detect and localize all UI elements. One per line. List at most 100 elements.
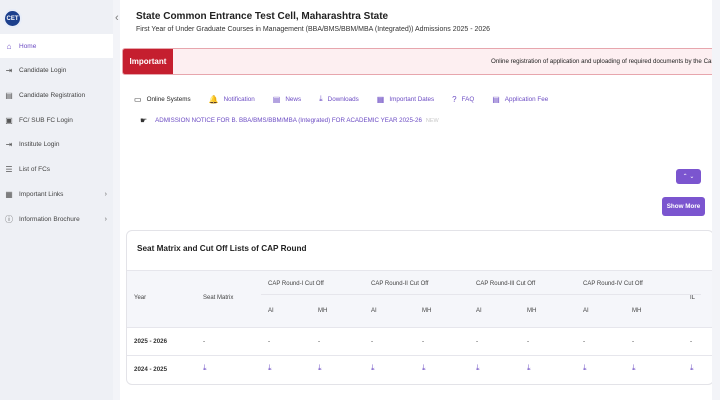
col-il: IL xyxy=(690,295,696,301)
collapse-sidebar-button[interactable]: ‹ xyxy=(115,12,119,24)
link-icon: ▦ xyxy=(5,189,13,199)
col-cap-round-2: CAP Round-II Cut Off xyxy=(371,281,429,287)
tab-label: Online Systems xyxy=(146,95,191,103)
sidebar-item-label: Candidate Registration xyxy=(19,91,86,99)
year-cell: 2024 - 2025 xyxy=(134,366,168,373)
empty-cell: - xyxy=(476,338,479,345)
sidebar-item-list-of-fcs[interactable]: ☰ List of FCs xyxy=(0,157,113,181)
login-icon: ⇥ xyxy=(5,65,13,75)
table-header: Year Seat Matrix CAP Round-I Cut Off CAP… xyxy=(127,270,713,327)
empty-cell: - xyxy=(268,338,271,345)
sidebar-item-label: Institute Login xyxy=(19,140,60,148)
sidebar-item-institute-login[interactable]: ⇥ Institute Login xyxy=(0,132,113,156)
cet-logo[interactable]: CET xyxy=(3,9,22,28)
col-cap-round-3: CAP Round-III Cut Off xyxy=(476,281,536,287)
monitor-icon: ▭ xyxy=(134,94,142,104)
empty-cell: - xyxy=(690,338,693,345)
tab-downloads[interactable]: ⤓ Downloads xyxy=(319,92,359,106)
tab-notification[interactable]: 🔔 Notification xyxy=(209,92,255,106)
download-icon[interactable]: ⤓ xyxy=(632,363,636,373)
admission-notice: ☛ ADMISSION NOTICE FOR B. BBA/BMS/BBM/MB… xyxy=(140,116,439,125)
tab-bar: ▭ Online Systems 🔔 Notification ▤ News ⤓ Downlo… xyxy=(134,92,566,106)
sidebar-item-label: Home xyxy=(19,42,37,50)
year-cell: 2025 - 2026 xyxy=(134,338,168,345)
tab-important-dates[interactable]: ▦ Important Dates xyxy=(377,92,434,106)
sub-ai: AI xyxy=(371,308,377,314)
sub-mh: MH xyxy=(632,308,642,314)
right-edge xyxy=(712,0,720,400)
table-row: 2025 - 2026 - - - - - - - - - - xyxy=(127,327,713,355)
scroll-arrows-button[interactable]: ⌃ ⌄ xyxy=(676,169,701,184)
tab-label: Application Fee xyxy=(504,95,549,103)
admission-notice-link[interactable]: ADMISSION NOTICE FOR B. BBA/BMS/BBM/MBA … xyxy=(155,117,422,124)
show-more-button[interactable]: Show More xyxy=(662,197,705,216)
page-title: State Common Entrance Test Cell, Maharas… xyxy=(136,11,389,22)
download-icon[interactable]: ⤓ xyxy=(527,363,531,373)
sidebar-item-label: Important Links xyxy=(19,190,64,198)
bell-icon: 🔔 xyxy=(208,94,219,104)
login-icon: ⇥ xyxy=(5,139,13,149)
col-seat-matrix: Seat Matrix xyxy=(203,295,234,301)
sidebar-item-fc-sub-fc-login[interactable]: ▣ FC/ SUB FC Login xyxy=(0,108,113,132)
tab-application-fee[interactable]: ▤ Application Fee xyxy=(492,92,548,106)
page-subtitle: First Year of Under Graduate Courses in … xyxy=(136,26,491,33)
sidebar-item-home[interactable]: ⌂ Home xyxy=(0,34,113,58)
sidebar-item-information-brochure[interactable]: ⓘ Information Brochure › xyxy=(0,207,113,231)
chevron-right-icon: › xyxy=(104,215,107,223)
info-icon: ⓘ xyxy=(5,214,13,224)
download-icon[interactable]: ⤓ xyxy=(422,363,426,373)
newspaper-icon: ▤ xyxy=(272,94,281,104)
col-year: Year xyxy=(134,295,147,301)
download-icon[interactable]: ⤓ xyxy=(476,363,480,373)
tab-news[interactable]: ▤ News xyxy=(273,92,301,106)
download-icon[interactable]: ⤓ xyxy=(690,363,694,373)
sidebar-item-important-links[interactable]: ▦ Important Links › xyxy=(0,182,113,206)
download-icon[interactable]: ⤓ xyxy=(318,363,322,373)
col-cap-round-4: CAP Round-IV Cut Off xyxy=(583,281,643,287)
empty-cell: - xyxy=(583,338,586,345)
empty-cell: - xyxy=(371,338,374,345)
tab-online-systems[interactable]: ▭ Online Systems xyxy=(134,92,191,106)
empty-cell: - xyxy=(632,338,635,345)
tab-faq[interactable]: ? FAQ xyxy=(452,92,474,106)
tab-label: Important Dates xyxy=(389,95,435,103)
sidebar-item-label: Candidate Login xyxy=(19,66,67,74)
logo-text: CET xyxy=(6,15,19,22)
download-icon[interactable]: ⤓ xyxy=(371,363,375,373)
tab-label: Downloads xyxy=(327,95,359,103)
sub-ai: AI xyxy=(476,308,482,314)
seat-matrix-title: Seat Matrix and Cut Off Lists of CAP Rou… xyxy=(137,244,307,253)
empty-cell: - xyxy=(527,338,530,345)
question-icon: ? xyxy=(452,94,457,104)
sidebar-item-label: Information Brochure xyxy=(19,215,80,223)
sidebar-item-label: FC/ SUB FC Login xyxy=(19,116,73,124)
download-icon[interactable]: ⤓ xyxy=(583,363,587,373)
sub-mh: MH xyxy=(527,308,537,314)
sidebar-item-label: List of FCs xyxy=(19,165,51,173)
important-label: Important xyxy=(123,49,173,74)
sidebar-item-candidate-login[interactable]: ⇥ Candidate Login xyxy=(0,58,113,82)
calendar-icon: ▦ xyxy=(376,94,385,104)
tab-label: Notification xyxy=(223,95,255,103)
building-icon: ▣ xyxy=(5,115,13,125)
empty-cell: - xyxy=(318,338,321,345)
list-icon: ☰ xyxy=(5,164,13,174)
pointing-hand-icon: ☛ xyxy=(140,116,148,125)
download-icon[interactable]: ⤓ xyxy=(203,363,207,373)
sub-mh: MH xyxy=(422,308,432,314)
main-content: State Common Entrance Test Cell, Maharas… xyxy=(120,0,720,400)
sub-ai: AI xyxy=(583,308,589,314)
download-icon: ⤓ xyxy=(319,94,323,103)
download-icon[interactable]: ⤓ xyxy=(268,363,272,373)
seat-matrix-card: Seat Matrix and Cut Off Lists of CAP Rou… xyxy=(126,230,714,385)
important-notice-bar: Important Online registration of applica… xyxy=(122,48,720,75)
col-cap-round-1: CAP Round-I Cut Off xyxy=(268,281,324,287)
important-ticker-text[interactable]: Online registration of application and u… xyxy=(491,58,715,65)
home-icon: ⌂ xyxy=(6,41,12,51)
tab-label: FAQ xyxy=(461,95,475,103)
sidebar-item-candidate-registration[interactable]: ▤ Candidate Registration xyxy=(0,83,113,107)
sidebar: CET ⌂ Home ⇥ Candidate Login ▤ Candidate Regi… xyxy=(0,0,113,400)
new-badge: NEW xyxy=(425,117,439,124)
header-divider xyxy=(261,294,701,295)
empty-cell: - xyxy=(203,338,206,345)
